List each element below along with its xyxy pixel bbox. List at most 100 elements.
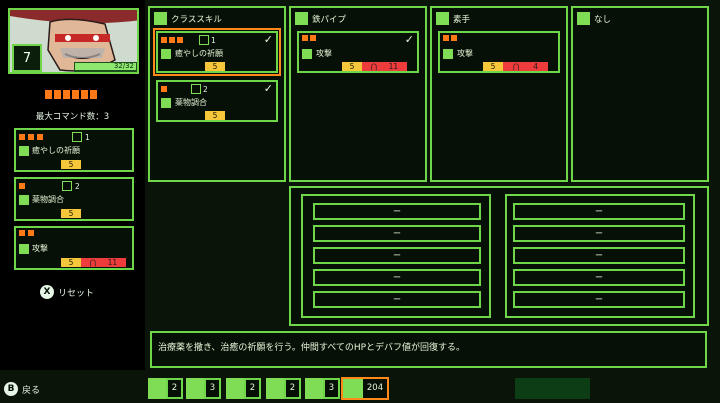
check-icon: ✓ bbox=[404, 33, 414, 46]
slot-number-icon bbox=[191, 84, 201, 94]
slot-number-icon bbox=[199, 35, 209, 45]
skill-name-row: 攻撃 bbox=[302, 48, 332, 59]
empty-slot[interactable]: ー bbox=[313, 247, 481, 264]
item-count: 3 bbox=[323, 378, 340, 399]
level-badge: 7 bbox=[12, 44, 42, 72]
bare-hands-icon bbox=[436, 12, 449, 25]
command-name-row: 薬物調合 bbox=[19, 194, 64, 205]
skill-value: 5 bbox=[483, 62, 503, 71]
cost-pip bbox=[63, 90, 70, 99]
money-amount: 204 bbox=[363, 379, 387, 398]
command-header: 1 bbox=[19, 132, 90, 142]
command-slot-3[interactable]: 攻撃 5 ⋂ 11 bbox=[14, 226, 134, 270]
max-commands-label: 最大コマンド数：3 bbox=[35, 112, 110, 122]
damage-value: ⋂ 4 bbox=[503, 62, 548, 71]
character-column: 7 32/32 最大コマンド数：3 1 癒やしの祈願 5 2 薬物調合 5 攻撃… bbox=[0, 0, 145, 370]
cone-icon bbox=[226, 378, 244, 399]
reset-button[interactable]: X リセット bbox=[40, 285, 94, 299]
skill-header bbox=[302, 35, 316, 41]
skill-value: 5 bbox=[205, 62, 225, 71]
empty-slot[interactable]: ー bbox=[313, 269, 481, 286]
cost-pip bbox=[28, 134, 34, 140]
slot-number: 1 bbox=[85, 132, 90, 142]
cost-pip bbox=[161, 86, 167, 92]
back-button[interactable]: B 戻る bbox=[4, 382, 40, 396]
reset-label: リセット bbox=[58, 288, 95, 299]
medicine-bottle-icon bbox=[148, 378, 166, 399]
damage-icon: ⋂ bbox=[513, 62, 520, 71]
damage-number: 4 bbox=[533, 62, 538, 71]
attack-icon bbox=[302, 48, 312, 59]
heal-icon bbox=[19, 145, 29, 156]
command-name: 攻撃 bbox=[32, 244, 48, 253]
skill-card-compound[interactable]: 2 ✓ 薬物調合 5 bbox=[156, 80, 278, 122]
skill-name: 癒やしの祈願 bbox=[175, 49, 223, 58]
cost-pip bbox=[169, 37, 175, 43]
eye-icon bbox=[577, 12, 590, 25]
money-icon bbox=[343, 379, 363, 398]
inventory-item: 2 bbox=[266, 378, 301, 399]
tools-icon bbox=[305, 378, 323, 399]
inventory-item: 3 bbox=[186, 378, 221, 399]
potion-icon bbox=[161, 97, 171, 108]
class-skill-icon bbox=[154, 12, 167, 25]
skill-values: 5 ⋂ 4 bbox=[483, 62, 548, 71]
empty-slot[interactable]: ー bbox=[513, 203, 685, 220]
empty-slot[interactable]: ー bbox=[513, 247, 685, 264]
heal-icon bbox=[161, 48, 171, 59]
empty-slot[interactable]: ー bbox=[513, 225, 685, 242]
command-slot-area: ー ー ー ー ー ー ー ー ー ー bbox=[289, 186, 709, 326]
class-skill-column: クラススキル 1 ✓ 癒やしの祈願 5 2 ✓ 薬物調合 5 bbox=[148, 6, 286, 182]
empty-slot[interactable]: ー bbox=[313, 203, 481, 220]
command-value: 5 bbox=[61, 258, 81, 267]
potion-icon bbox=[19, 194, 29, 205]
slot-number: 2 bbox=[203, 84, 208, 94]
cost-pips bbox=[45, 90, 97, 99]
column-header: なし bbox=[577, 12, 611, 25]
item-count: 2 bbox=[166, 378, 183, 399]
battery-icon bbox=[266, 378, 284, 399]
character-portrait: 7 32/32 bbox=[8, 8, 139, 74]
skill-header: 1 bbox=[161, 35, 216, 45]
skill-values: 5 bbox=[205, 111, 225, 120]
cost-pip bbox=[451, 35, 457, 41]
bullet-icon bbox=[186, 378, 204, 399]
skill-name: 薬物調合 bbox=[175, 98, 207, 107]
skill-values: 5 bbox=[205, 62, 225, 71]
hp-bar: 32/32 bbox=[74, 62, 137, 71]
empty-slot[interactable]: ー bbox=[513, 291, 685, 308]
bare-hands-column: 素手 攻撃 5 ⋂ 4 bbox=[430, 6, 568, 182]
damage-number: 11 bbox=[107, 258, 118, 267]
column-title: なし bbox=[594, 14, 612, 25]
skill-card-attack[interactable]: 攻撃 5 ⋂ 4 bbox=[438, 31, 560, 73]
item-count: 3 bbox=[204, 378, 221, 399]
command-name-row: 攻撃 bbox=[19, 243, 48, 254]
x-button-icon: X bbox=[40, 285, 54, 299]
cost-pip bbox=[45, 90, 52, 99]
cost-pip bbox=[161, 37, 167, 43]
command-name: 癒やしの祈願 bbox=[32, 146, 80, 155]
column-header: クラススキル bbox=[154, 12, 222, 25]
cost-pip bbox=[19, 183, 25, 189]
empty-slot[interactable]: ー bbox=[513, 269, 685, 286]
command-values: 5 bbox=[61, 209, 81, 218]
column-title: クラススキル bbox=[171, 14, 222, 25]
skill-header: 2 bbox=[161, 84, 208, 94]
empty-slot[interactable]: ー bbox=[313, 225, 481, 242]
damage-number: 11 bbox=[388, 62, 399, 71]
item-count: 2 bbox=[244, 378, 261, 399]
command-name: 薬物調合 bbox=[32, 195, 64, 204]
check-icon: ✓ bbox=[263, 82, 273, 95]
cost-pip bbox=[302, 35, 308, 41]
command-value: 5 bbox=[61, 160, 81, 169]
column-title: 素手 bbox=[453, 14, 471, 25]
command-slot-1[interactable]: 1 癒やしの祈願 5 bbox=[14, 128, 134, 172]
skill-card-heal[interactable]: 1 ✓ 癒やしの祈願 5 bbox=[153, 28, 281, 76]
command-header: 2 bbox=[19, 181, 80, 191]
slot-group-left: ー ー ー ー ー bbox=[301, 194, 491, 318]
skill-name-row: 薬物調合 bbox=[161, 97, 207, 108]
column-title: 鉄パイプ bbox=[312, 14, 347, 25]
skill-card-attack[interactable]: ✓ 攻撃 5 ⋂ 11 bbox=[297, 31, 419, 73]
empty-slot[interactable]: ー bbox=[313, 291, 481, 308]
command-slot-2[interactable]: 2 薬物調合 5 bbox=[14, 177, 134, 221]
